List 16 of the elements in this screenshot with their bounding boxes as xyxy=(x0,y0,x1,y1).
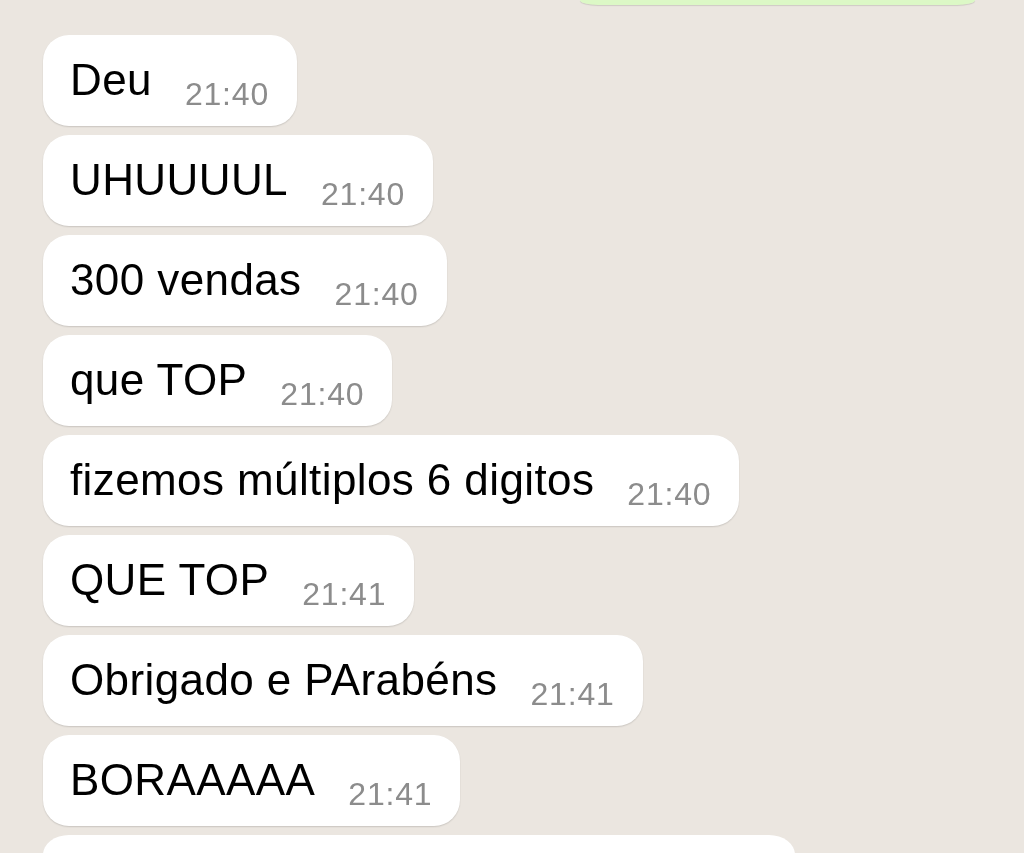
message-time: 21:40 xyxy=(280,376,365,412)
message-text: 300 vendas xyxy=(70,255,302,305)
message-time: 21:40 xyxy=(320,176,405,212)
message-time: 21:40 xyxy=(334,276,419,312)
message-text: UHUUUUL xyxy=(70,155,288,205)
message-time: 21:41 xyxy=(302,576,387,612)
message-text: Obrigado e PArabéns xyxy=(70,655,498,705)
message-time: 21:41 xyxy=(348,776,433,812)
message-text: que TOP xyxy=(70,355,248,405)
message-text: QUE TOP xyxy=(70,555,270,605)
message-time: 21:40 xyxy=(184,76,269,112)
message-time: 21:40 xyxy=(627,476,712,512)
message-time: 21:41 xyxy=(530,676,615,712)
message-text: Deu xyxy=(70,55,152,105)
message-text: fizemos múltiplos 6 digitos xyxy=(70,455,595,505)
message-text: BORAAAAA xyxy=(70,755,316,805)
